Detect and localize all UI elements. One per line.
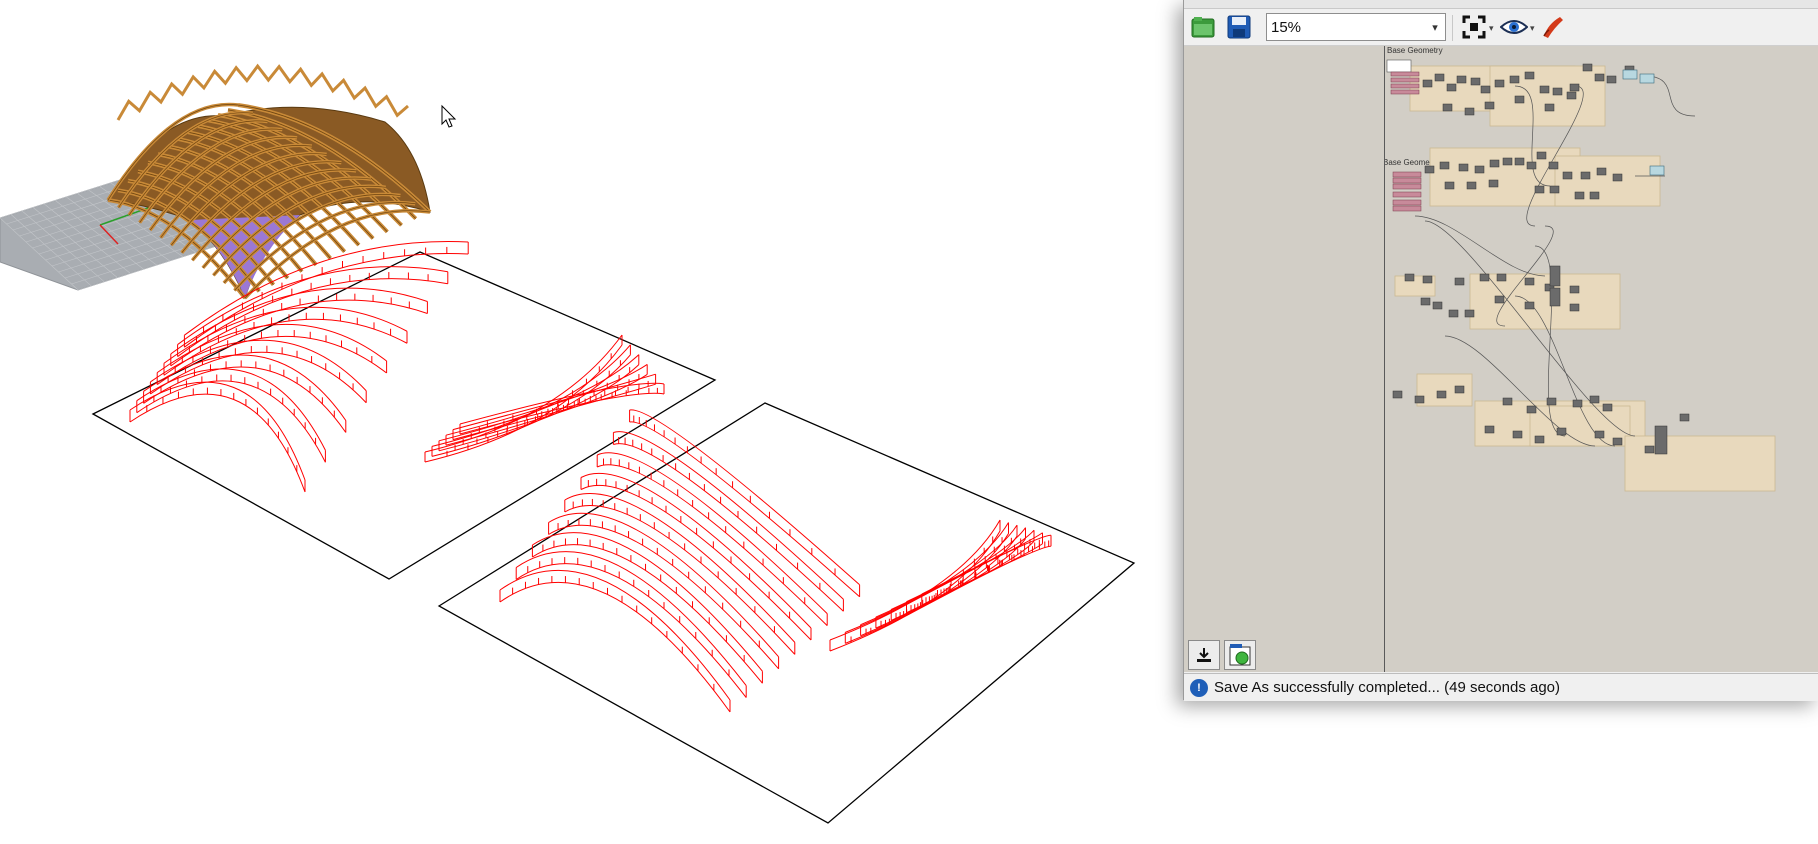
mouse-cursor-icon [441, 104, 457, 128]
download-bake-icon [1197, 648, 1211, 662]
preview-mesh-icon [1229, 644, 1251, 666]
toolbar-divider [1452, 15, 1453, 41]
zoom-extents-dropdown[interactable]: ▾ [1489, 23, 1494, 34]
info-icon: ! [1190, 678, 1208, 697]
zoom-extents-icon [1462, 15, 1486, 39]
bake-button[interactable] [1188, 640, 1220, 670]
preview-geometry-button[interactable] [1224, 640, 1256, 670]
grasshopper-canvas[interactable]: Base Geometry Base Geometry [1385, 46, 1818, 672]
rhino-viewport[interactable] [0, 0, 1180, 844]
folder-open-icon [1191, 17, 1215, 38]
window-title-strip[interactable] [1184, 0, 1818, 9]
zoom-level-value: 15% [1271, 18, 1302, 36]
eye-icon [1500, 20, 1528, 34]
zoom-level-select[interactable]: 15% ▾ [1266, 13, 1446, 41]
save-file-button[interactable] [1224, 12, 1254, 42]
viewport-scene [0, 63, 1136, 824]
preview-mode-button[interactable] [1499, 12, 1529, 42]
chevron-down-icon: ▾ [1432, 21, 1438, 34]
preview-mode-dropdown[interactable]: ▾ [1530, 23, 1535, 34]
zoom-extents-button[interactable] [1459, 12, 1489, 42]
canvas-button-bar [1184, 638, 1264, 672]
open-file-button[interactable] [1188, 12, 1218, 42]
node-graph[interactable] [1385, 46, 1818, 672]
grasshopper-window[interactable]: 15% ▾ ▾ ▾ Base Geometry Base Geometry ! … [1183, 0, 1818, 701]
floppy-disk-icon [1227, 15, 1251, 39]
status-bar: ! Save As successfully completed... (49 … [1184, 673, 1818, 701]
status-message: Save As successfully completed... (49 se… [1214, 679, 1561, 696]
canvas-left-margin[interactable] [1184, 46, 1385, 672]
sketch-tool-button[interactable] [1538, 12, 1568, 42]
canvas-toolbar: 15% ▾ ▾ ▾ [1184, 9, 1818, 46]
pen-sketch-icon [1543, 17, 1563, 38]
